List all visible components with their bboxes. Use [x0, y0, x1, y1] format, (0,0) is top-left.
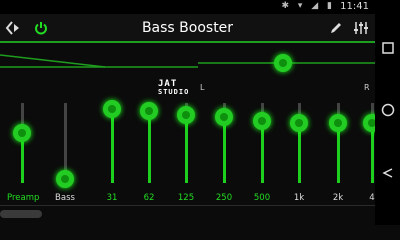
eq-fill-500: [261, 120, 264, 183]
eq-knob-500[interactable]: [253, 111, 271, 130]
channel-label-left: L: [200, 83, 205, 92]
eq-label-4: 4: [369, 193, 375, 203]
eq-knob-250[interactable]: [215, 108, 233, 127]
home-icon[interactable]: [377, 100, 398, 120]
eq-fill-62: [148, 111, 151, 183]
eq-label-125: 125: [177, 193, 195, 203]
eq-label-preamp: Preamp: [7, 193, 40, 203]
recents-icon[interactable]: [377, 38, 398, 58]
back-icon[interactable]: [377, 163, 398, 183]
eq-label-1k: 1k: [293, 193, 305, 203]
channel-label-right: R: [364, 83, 370, 92]
eq-fill-2k: [337, 123, 340, 183]
eq-fill-125: [185, 115, 188, 183]
eq-knob-preamp[interactable]: [13, 124, 31, 143]
equalizer: [0, 95, 381, 205]
eq-knob-1k[interactable]: [290, 114, 308, 132]
eq-label-500: 500: [253, 193, 271, 203]
balance-curve: [0, 54, 375, 68]
toolbar: Bass Booster: [0, 14, 375, 42]
eq-label-2k: 2k: [332, 193, 344, 203]
pencil-icon[interactable]: [325, 17, 347, 39]
page-title: Bass Booster: [141, 20, 234, 36]
eq-label-250: 250: [215, 193, 233, 203]
toolbar-divider: [0, 41, 375, 43]
navigation-bar: [375, 0, 400, 225]
eq-knob-31[interactable]: [103, 100, 121, 119]
eq-fill-4: [371, 123, 374, 183]
eq-fill-31: [111, 109, 114, 183]
eq-knob-2k[interactable]: [329, 114, 347, 132]
eq-knob-62[interactable]: [140, 102, 158, 120]
bottom-divider: [0, 205, 375, 206]
status-bar: ✱ ▾ ◢ ▮ 11:41: [0, 0, 375, 14]
status-icons: ✱ ▾ ◢ ▮: [281, 1, 335, 11]
jat-studio-logo: JAT STUDIO: [158, 79, 190, 97]
eq-knob-125[interactable]: [177, 106, 195, 124]
eq-label-bass: Bass: [55, 193, 75, 203]
eq-fill-250: [223, 117, 226, 183]
balance-slider-knob[interactable]: [274, 54, 292, 72]
eq-label-62: 62: [143, 193, 155, 203]
horizontal-scrollbar[interactable]: [0, 210, 42, 218]
eq-label-31: 31: [106, 193, 118, 203]
eq-fill-1k: [298, 123, 301, 183]
status-time: 11:41: [340, 1, 369, 12]
eq-knob-bass[interactable]: [56, 170, 74, 188]
balance-panel: [0, 45, 375, 81]
sliders-icon[interactable]: [350, 17, 372, 39]
